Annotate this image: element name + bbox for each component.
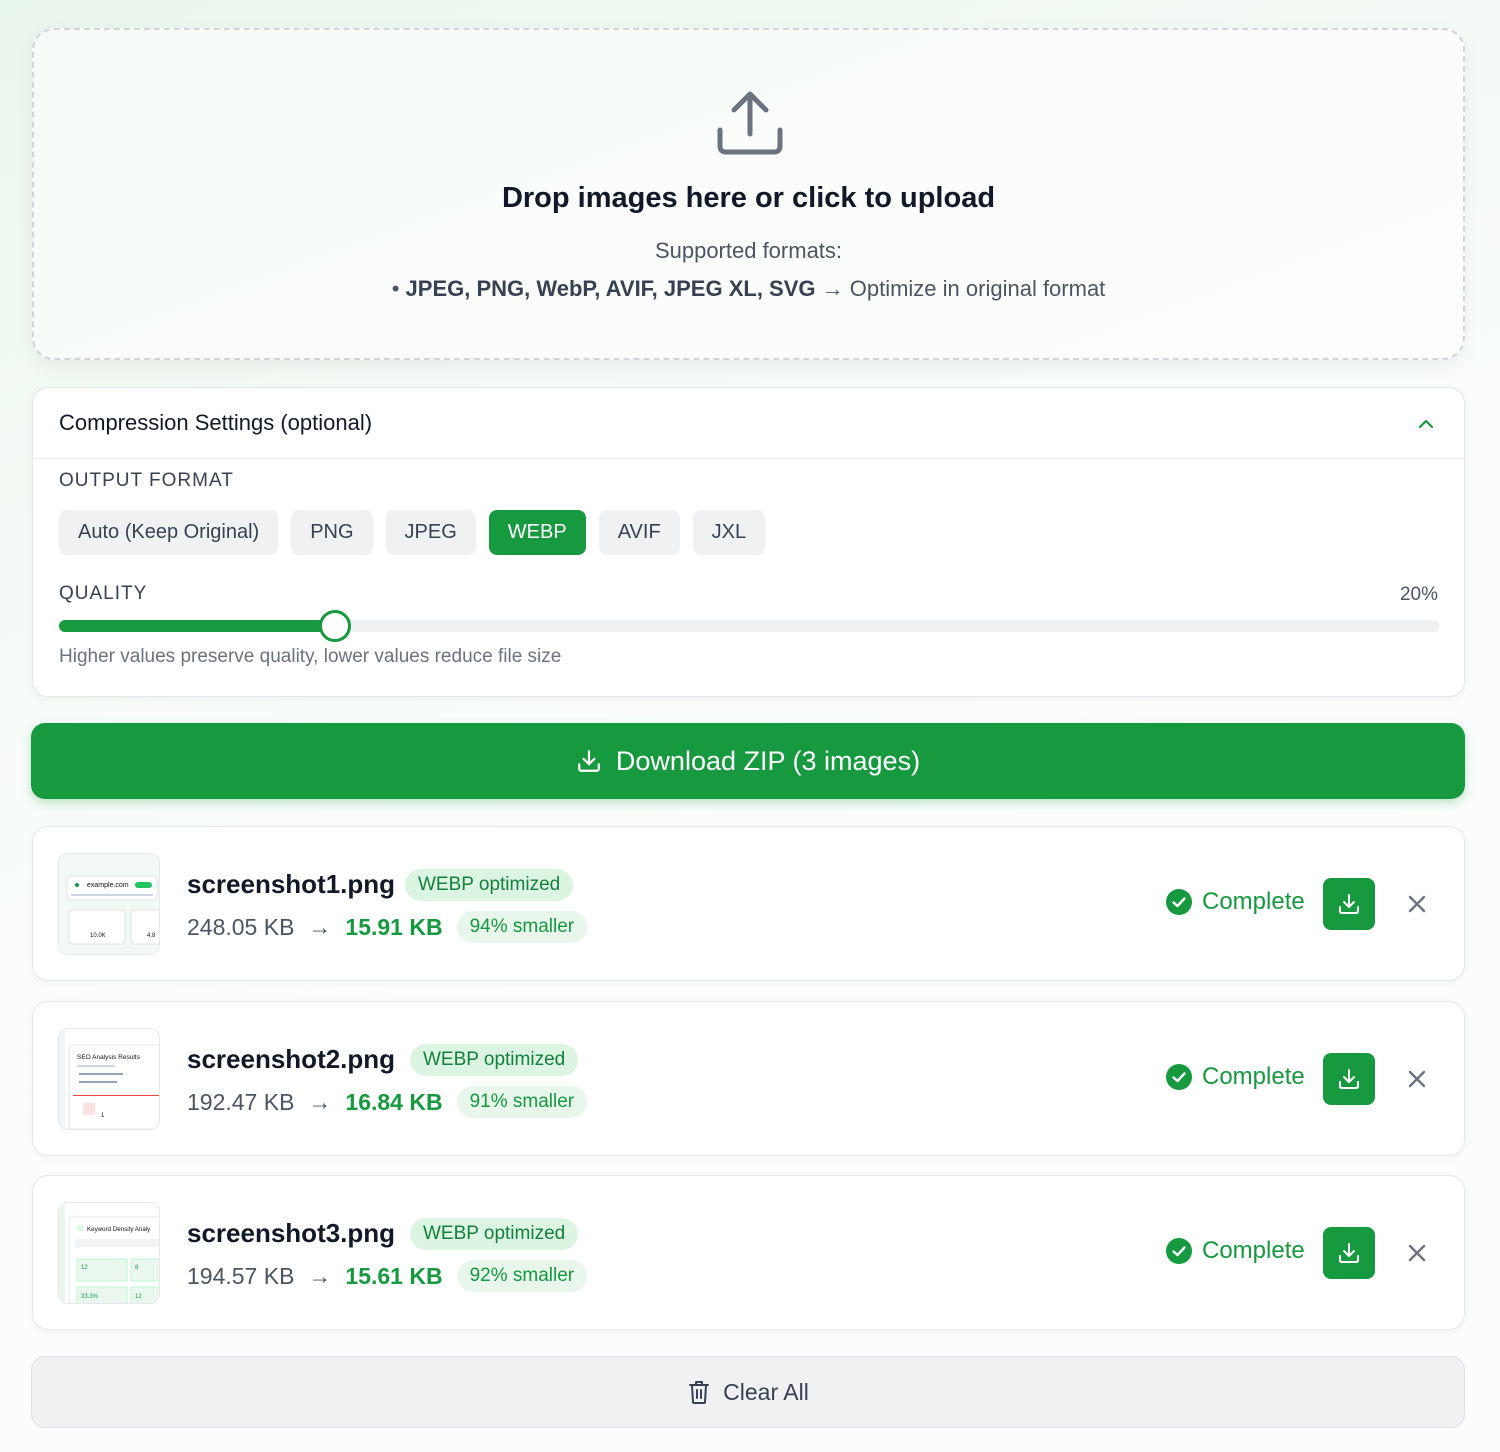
download-icon <box>578 750 600 772</box>
check-circle-icon <box>1166 889 1192 915</box>
file-thumbnail: Keyword Density Analy 12 8 33.3% 12 <box>58 1202 160 1304</box>
file-card: Keyword Density Analy 12 8 33.3% 12 scre… <box>32 1175 1465 1330</box>
close-icon[interactable] <box>1405 1067 1429 1091</box>
optimized-badge: WEBP optimized <box>405 869 574 901</box>
savings-badge: 92% smaller <box>456 1260 588 1292</box>
check-circle-icon <box>1166 1064 1192 1090</box>
upload-icon <box>717 91 783 155</box>
compression-settings-panel: Compression Settings (optional) OUTPUT F… <box>32 387 1465 697</box>
upload-dropzone[interactable]: Drop images here or click to upload Supp… <box>32 28 1465 360</box>
optimized-badge: WEBP optimized <box>410 1218 579 1250</box>
status-complete: Complete <box>1166 1237 1305 1265</box>
thumb-text: Keyword Density Analy <box>87 1226 151 1233</box>
file-sizes: 192.47 KB → 16.84 KB 91% smaller <box>187 1086 588 1118</box>
file-name: screenshot1.png <box>187 869 396 899</box>
file-thumbnail: example.com 10.0K 4.8 <box>58 853 160 955</box>
thumb-text: 4.8 <box>147 933 156 939</box>
check-circle-icon <box>1166 1238 1192 1264</box>
trash-icon <box>689 1381 710 1404</box>
file-name: screenshot3.png <box>187 1218 396 1248</box>
format-option-png[interactable]: PNG <box>291 510 373 555</box>
original-size: 192.47 KB <box>187 1088 295 1115</box>
thumb-text: example.com <box>87 882 129 889</box>
thumb-text: 12 <box>135 1294 142 1300</box>
quality-value: 20% <box>1399 584 1438 605</box>
savings-badge: 91% smaller <box>456 1086 588 1118</box>
formats-arrow: → <box>815 276 850 301</box>
format-option-jxl[interactable]: JXL <box>692 510 766 555</box>
savings-badge: 94% smaller <box>456 911 588 943</box>
thumb-text: SEO Analysis Results <box>77 1054 141 1061</box>
upload-title: Drop images here or click to upload <box>501 182 996 214</box>
formats-note: Optimize in original format <box>849 276 1106 301</box>
status-complete: Complete <box>1166 888 1305 916</box>
file-sizes: 194.57 KB → 15.61 KB 92% smaller <box>187 1260 588 1292</box>
status-label: Complete <box>1202 1063 1305 1090</box>
download-file-button[interactable] <box>1323 1053 1375 1105</box>
status-label: Complete <box>1202 1237 1305 1264</box>
download-icon <box>1339 1243 1359 1263</box>
new-size: 16.84 KB <box>345 1088 443 1115</box>
supported-formats-line: • JPEG, PNG, WebP, AVIF, JPEG XL, SVG → … <box>34 276 1463 302</box>
settings-title: Compression Settings (optional) <box>59 410 373 435</box>
format-option-webp[interactable]: WEBP <box>488 510 586 555</box>
file-name: screenshot2.png <box>187 1044 396 1074</box>
arrow-icon: → <box>308 913 332 940</box>
formats-list: JPEG, PNG, WebP, AVIF, JPEG XL, SVG <box>405 276 816 301</box>
quality-slider-fill <box>59 620 335 632</box>
original-size: 194.57 KB <box>187 1262 295 1289</box>
download-icon <box>1339 894 1359 914</box>
format-option-avif[interactable]: AVIF <box>598 510 680 555</box>
thumb-text: 10.0K <box>90 933 106 939</box>
quality-label: QUALITY <box>59 583 148 604</box>
new-size: 15.91 KB <box>345 913 443 940</box>
download-file-button[interactable] <box>1323 1227 1375 1279</box>
file-thumbnail: SEO Analysis Results 1 <box>58 1028 160 1130</box>
chevron-up-icon[interactable] <box>1416 414 1436 434</box>
close-icon[interactable] <box>1405 892 1429 916</box>
original-size: 248.05 KB <box>187 913 295 940</box>
thumb-text: 33.3% <box>81 1294 99 1300</box>
status-label: Complete <box>1202 888 1305 915</box>
clear-all-label: Clear All <box>723 1378 809 1405</box>
download-icon <box>1339 1069 1359 1089</box>
format-option-jpeg[interactable]: JPEG <box>385 510 476 555</box>
file-card: SEO Analysis Results 1 screenshot2.png W… <box>32 1001 1465 1156</box>
arrow-icon: → <box>308 1262 332 1289</box>
thumb-text: 12 <box>81 1265 88 1271</box>
quality-slider[interactable] <box>59 610 1439 642</box>
status-complete: Complete <box>1166 1063 1305 1091</box>
clear-all-button[interactable]: Clear All <box>31 1356 1465 1428</box>
download-file-button[interactable] <box>1323 878 1375 930</box>
output-format-label: OUTPUT FORMAT <box>59 470 234 491</box>
format-options: Auto (Keep Original) PNG JPEG WEBP AVIF … <box>59 510 766 555</box>
format-option-auto[interactable]: Auto (Keep Original) <box>59 510 279 555</box>
file-card: example.com 10.0K 4.8 screenshot1.png WE… <box>32 826 1465 981</box>
new-size: 15.61 KB <box>345 1262 443 1289</box>
file-sizes: 248.05 KB → 15.91 KB 94% smaller <box>187 911 588 943</box>
download-zip-button[interactable]: Download ZIP (3 images) <box>31 723 1465 799</box>
quality-help-text: Higher values preserve quality, lower va… <box>59 646 562 667</box>
download-zip-label: Download ZIP (3 images) <box>615 745 921 776</box>
close-icon[interactable] <box>1405 1241 1429 1265</box>
supported-formats-label: Supported formats: <box>654 238 843 263</box>
settings-header[interactable]: Compression Settings (optional) <box>33 388 1464 459</box>
optimized-badge: WEBP optimized <box>410 1044 579 1076</box>
quality-slider-thumb[interactable] <box>319 610 351 642</box>
arrow-icon: → <box>308 1088 332 1115</box>
formats-bullet: • <box>391 276 406 301</box>
